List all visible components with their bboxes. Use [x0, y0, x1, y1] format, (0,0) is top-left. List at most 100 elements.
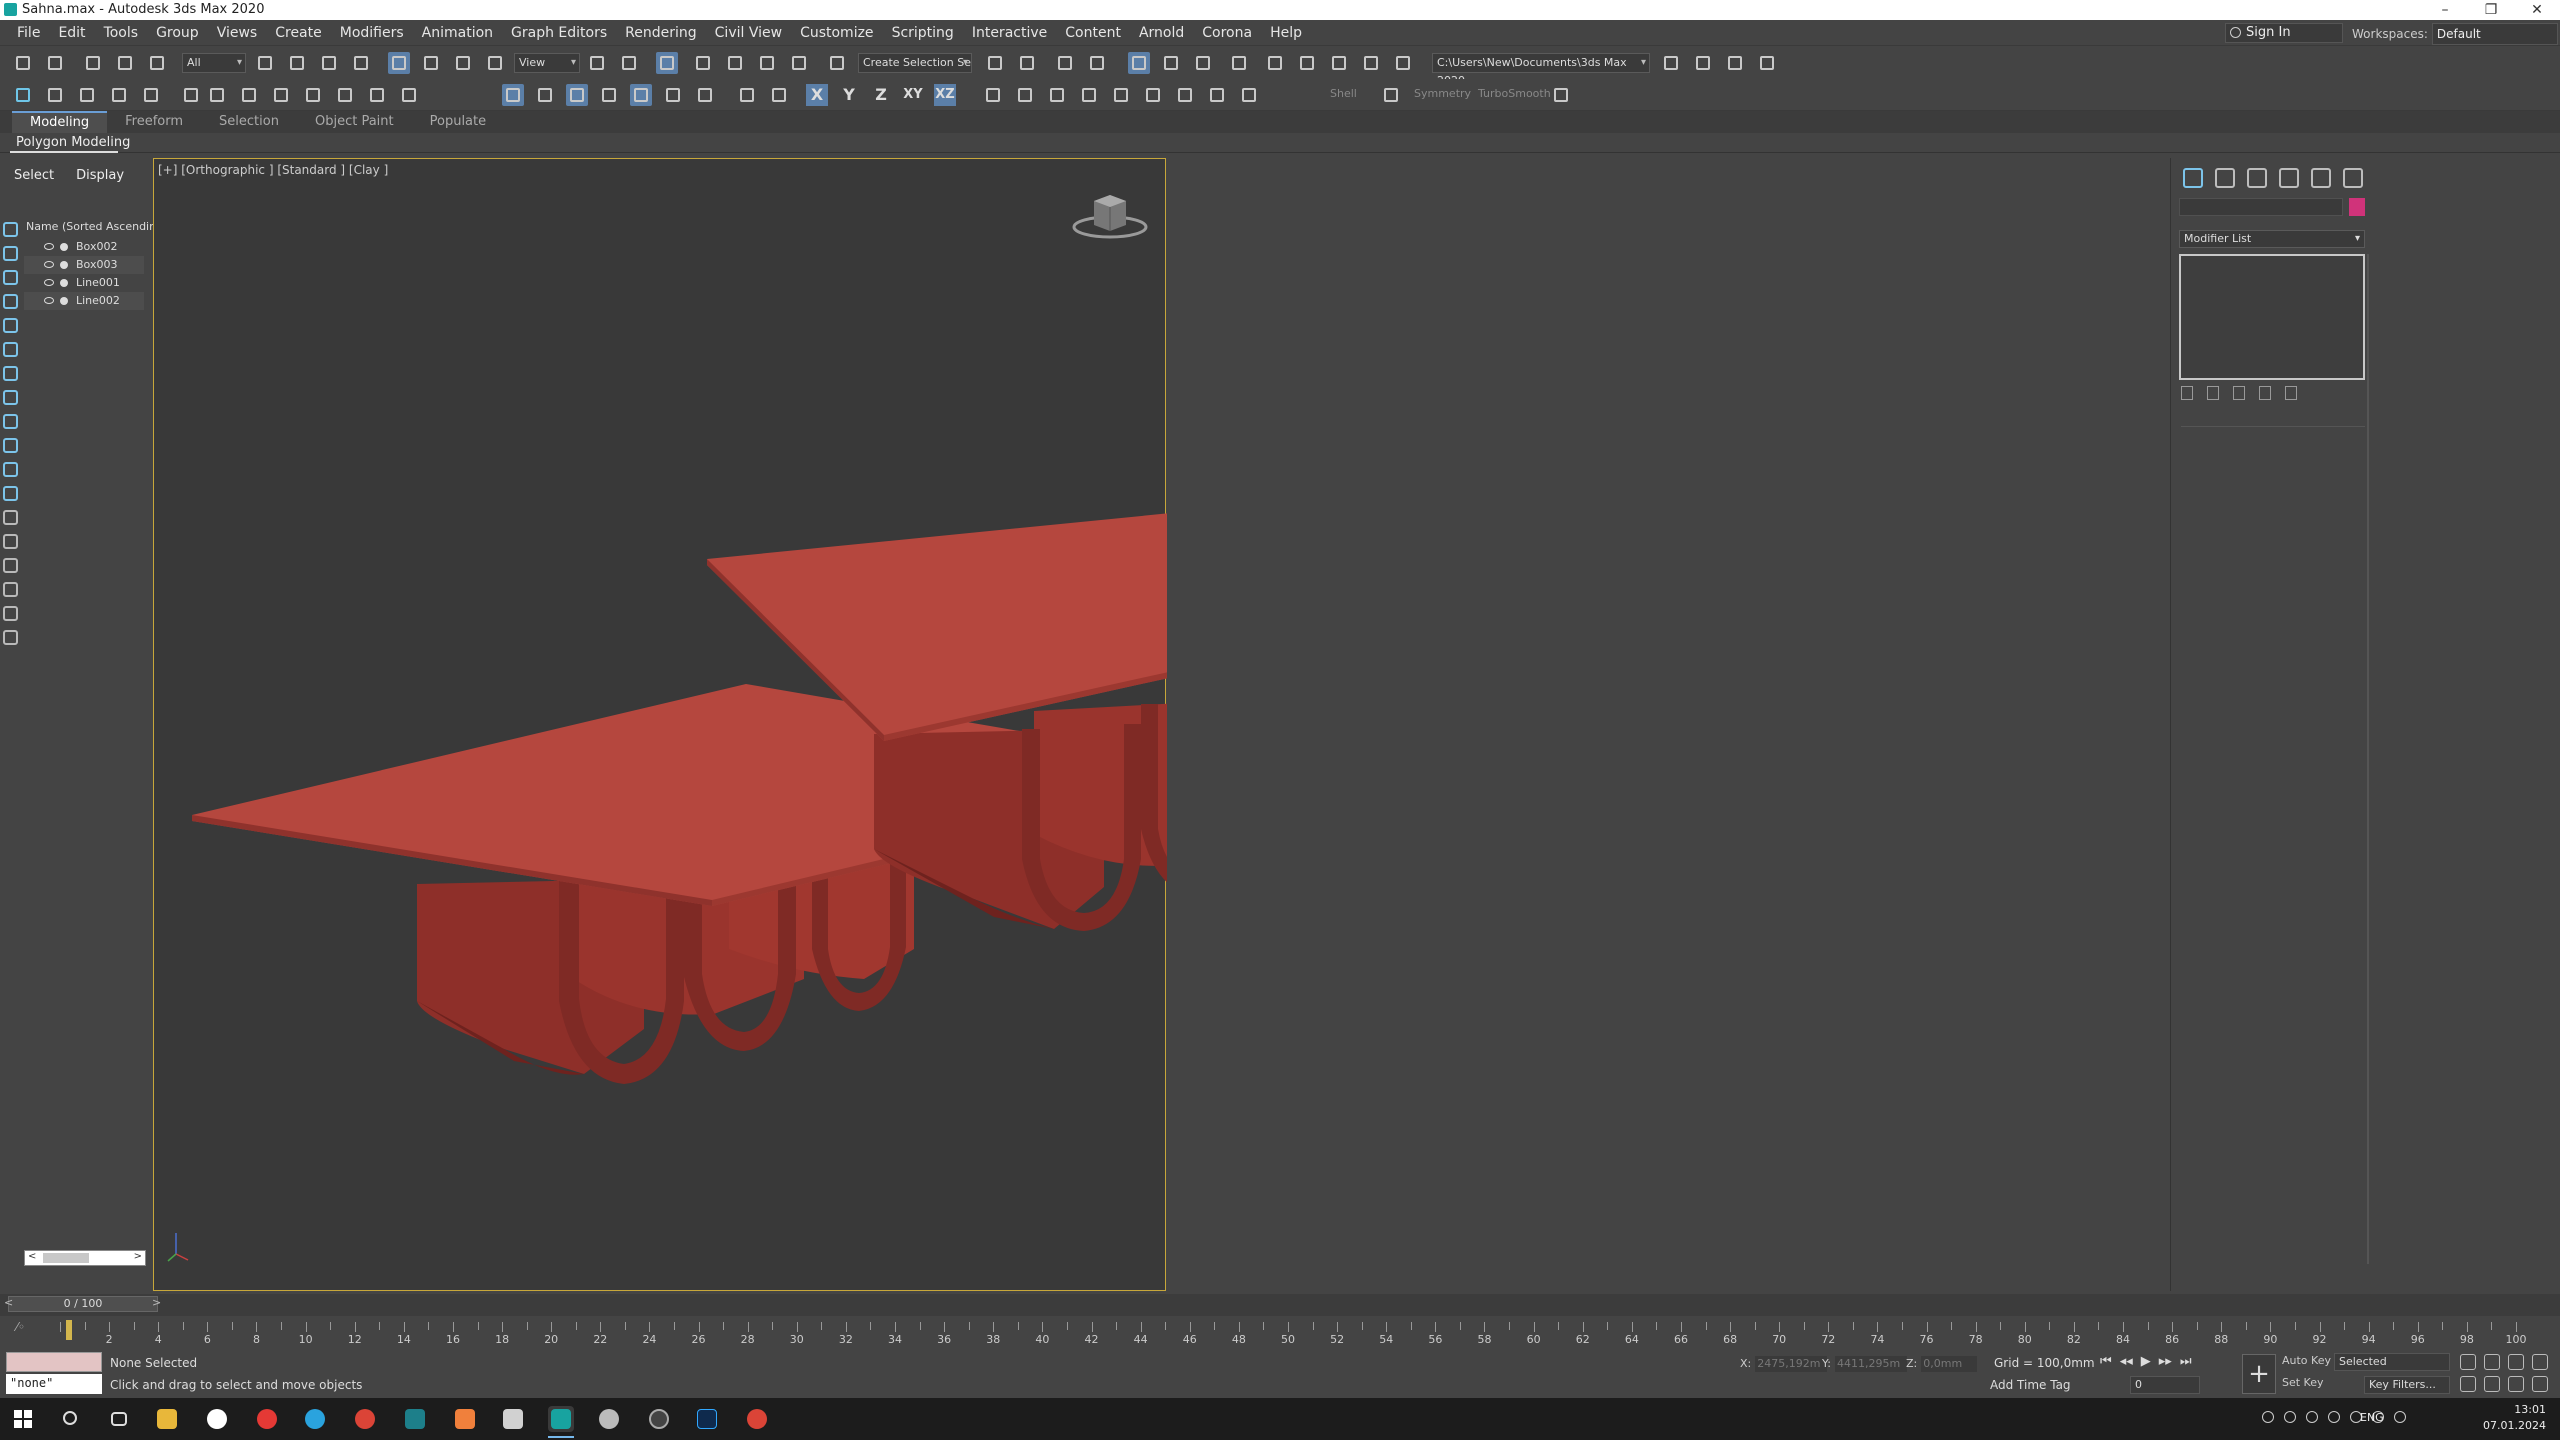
- filter-frozen-icon[interactable]: [3, 462, 18, 477]
- viewport-perspective[interactable]: [+] [Orthographic ] [Standard ] [Clay ]: [153, 158, 1167, 1291]
- snap-pivot-icon[interactable]: [534, 84, 556, 106]
- explorer-horizontal-scrollbar[interactable]: < >: [24, 1250, 146, 1266]
- schematic-view-icon[interactable]: [1192, 52, 1214, 74]
- light-icon[interactable]: [108, 84, 130, 106]
- turbosmooth-label[interactable]: TurboSmooth: [1478, 87, 1551, 100]
- maximize-viewport-icon[interactable]: [2532, 1376, 2548, 1392]
- menu-modifiers[interactable]: Modifiers: [331, 20, 413, 46]
- tool-icon-b[interactable]: [1206, 84, 1228, 106]
- ribbon-toggle-icon[interactable]: [1128, 52, 1150, 74]
- clock[interactable]: 13:01 07.01.2024: [2483, 1402, 2546, 1434]
- render-setup-icon[interactable]: [1264, 52, 1286, 74]
- input-language[interactable]: ENG: [2360, 1411, 2384, 1424]
- helper-icon[interactable]: [76, 84, 98, 106]
- ribbon-tab-selection[interactable]: Selection: [201, 111, 297, 133]
- key-filters-button[interactable]: Key Filters...: [2364, 1376, 2450, 1394]
- pin-stack-icon[interactable]: [2181, 386, 2193, 400]
- paint-icon[interactable]: [206, 84, 228, 106]
- snap-center-icon[interactable]: [694, 84, 716, 106]
- explorer-tab-select[interactable]: Select: [14, 168, 54, 183]
- turbosmooth-icon[interactable]: [1550, 84, 1572, 106]
- minimize-button[interactable]: –: [2422, 0, 2468, 20]
- axis-xz-button[interactable]: XZ: [934, 84, 956, 106]
- scroll-left-arrow-icon[interactable]: <: [28, 1251, 36, 1262]
- sign-in-dropdown[interactable]: Sign In: [2225, 23, 2343, 43]
- snap-face-icon[interactable]: [662, 84, 684, 106]
- create-tab-icon[interactable]: [2183, 168, 2203, 188]
- search-icon[interactable]: [58, 1406, 84, 1432]
- 3dsmax-taskbar-icon[interactable]: [548, 1406, 574, 1438]
- snap-endpoint-icon[interactable]: [598, 84, 620, 106]
- filter-xrefs-icon[interactable]: [3, 390, 18, 405]
- menu-civil-view[interactable]: Civil View: [706, 20, 791, 46]
- shell-label[interactable]: Shell: [1330, 87, 1357, 100]
- track-bar[interactable]: ⁄◦ 2 4 6 8 10 12 14 16 18 20 22 24 26 28 30 32 34 36 38 40 4…: [0, 1316, 2560, 1350]
- grid-icon[interactable]: [140, 84, 162, 106]
- freeze-dot-icon[interactable]: [60, 279, 68, 287]
- menu-tools[interactable]: Tools: [95, 20, 148, 46]
- display-all-icon[interactable]: [3, 510, 18, 525]
- lock-cell-icon[interactable]: [3, 582, 18, 597]
- modifier-list-select[interactable]: Modifier List: [2179, 230, 2365, 248]
- telegram-icon[interactable]: [302, 1406, 328, 1432]
- menu-create[interactable]: Create: [266, 20, 331, 46]
- rotate-view-icon[interactable]: [238, 84, 260, 106]
- prev-frame-arrow-icon[interactable]: <: [4, 1296, 13, 1309]
- object-color-swatch[interactable]: [2349, 198, 2365, 216]
- filter-funnel-icon[interactable]: [3, 606, 18, 621]
- display-none-icon[interactable]: [3, 534, 18, 549]
- ribbon-tab-object-paint[interactable]: Object Paint: [297, 111, 412, 133]
- explorer-row[interactable]: Line002: [24, 292, 144, 310]
- spinner-snap-icon[interactable]: [788, 52, 810, 74]
- tray-icon-2[interactable]: [2284, 1411, 2296, 1423]
- select-by-name-icon[interactable]: [286, 52, 308, 74]
- explorer-tab-display[interactable]: Display: [76, 168, 124, 183]
- current-frame-field[interactable]: 0: [2130, 1376, 2200, 1394]
- make-unique-icon[interactable]: [2233, 386, 2245, 400]
- ribbon-tab-freeform[interactable]: Freeform: [107, 111, 201, 133]
- brush-icon[interactable]: [180, 84, 202, 106]
- visibility-eye-icon[interactable]: [44, 279, 54, 286]
- corona-icon[interactable]: [646, 1406, 672, 1432]
- pin-icon[interactable]: [12, 84, 34, 106]
- snap-vertex-icon[interactable]: [566, 84, 588, 106]
- zoom-extents-icon[interactable]: [2508, 1354, 2524, 1370]
- restore-button[interactable]: ❐: [2468, 0, 2514, 20]
- redo-icon[interactable]: [44, 52, 66, 74]
- select-scale-icon[interactable]: [452, 52, 474, 74]
- symmetry-label[interactable]: Symmetry: [1414, 87, 1471, 100]
- x-field[interactable]: 2475,192m: [1755, 1356, 1828, 1372]
- freeze-dot-icon[interactable]: [60, 261, 68, 269]
- zoom-all-icon[interactable]: [2484, 1354, 2500, 1370]
- motion-tab-icon[interactable]: [2279, 168, 2299, 188]
- open-mini-curve-editor-icon[interactable]: ⁄◦: [16, 1320, 25, 1334]
- configure-modifier-sets-icon[interactable]: [2285, 386, 2297, 400]
- project-icon-1[interactable]: [1660, 52, 1682, 74]
- snap-edge-icon[interactable]: [630, 84, 652, 106]
- walk-through-icon[interactable]: [2484, 1376, 2500, 1392]
- mirror-icon[interactable]: [984, 52, 1006, 74]
- explorer-row[interactable]: Line001: [24, 274, 144, 292]
- percent-snap-icon[interactable]: [756, 52, 778, 74]
- checker-icon[interactable]: [1110, 84, 1132, 106]
- utilities-tab-icon[interactable]: [2343, 168, 2363, 188]
- window-crossing-icon[interactable]: [350, 52, 372, 74]
- axis-z-button[interactable]: Z: [870, 84, 892, 106]
- invert-display-icon[interactable]: [3, 558, 18, 573]
- axis-x-button[interactable]: X: [806, 84, 828, 106]
- tray-icon-1[interactable]: [2262, 1411, 2274, 1423]
- selection-filter-select[interactable]: All: [182, 53, 246, 73]
- menu-graph-editors[interactable]: Graph Editors: [502, 20, 616, 46]
- filter-groups-icon[interactable]: [3, 366, 18, 381]
- zoom-icon[interactable]: [2460, 1354, 2476, 1370]
- auto-key-button[interactable]: Auto Key: [2282, 1354, 2331, 1367]
- reference-coordinate-select[interactable]: View: [514, 53, 580, 73]
- explorer-row[interactable]: Box002: [24, 238, 144, 256]
- filter-shapes-icon[interactable]: [3, 246, 18, 261]
- project-icon-4[interactable]: [1756, 52, 1778, 74]
- menu-edit[interactable]: Edit: [49, 20, 94, 46]
- yandex-browser-icon[interactable]: [204, 1406, 230, 1432]
- sort-icon[interactable]: [3, 630, 18, 645]
- maxscript-input[interactable]: "none": [6, 1374, 102, 1394]
- project-folder-select[interactable]: C:\Users\New\Documents\3ds Max 2020: [1432, 53, 1650, 87]
